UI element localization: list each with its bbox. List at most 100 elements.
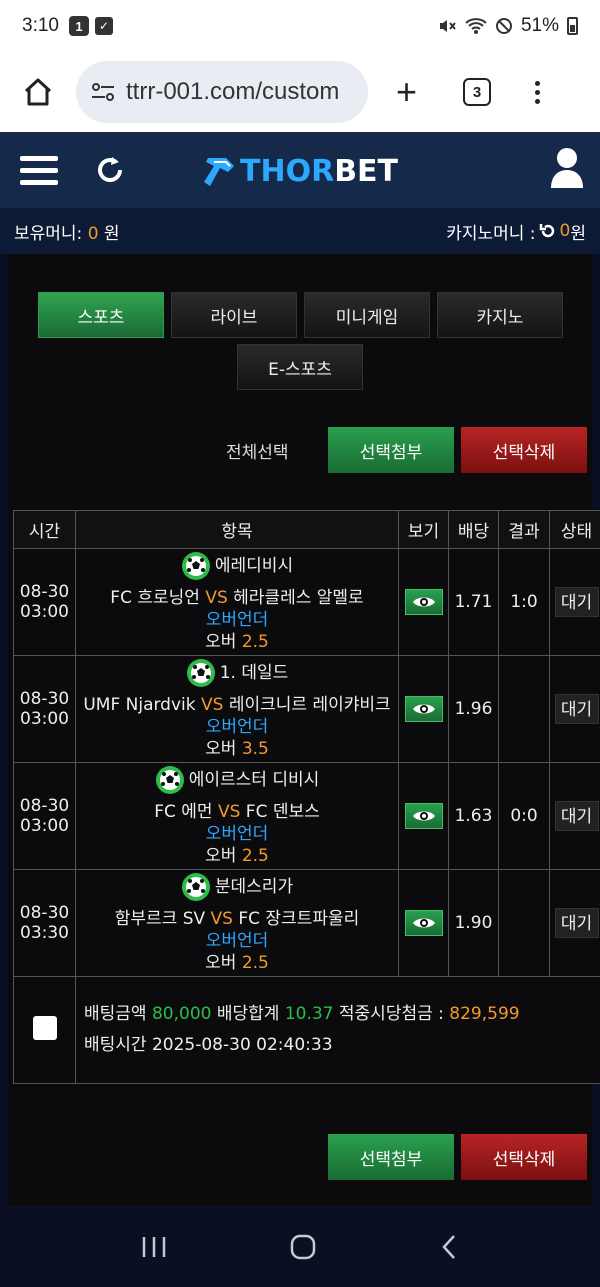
away-team: 레이크니르 레이캬비크 (228, 695, 391, 715)
site-header: THORBET (0, 132, 600, 208)
match-teams: FC 에먼 VS FC 덴보스 (77, 801, 398, 823)
pick-side: 오버 (205, 739, 237, 759)
new-tab-button[interactable]: + (396, 74, 417, 110)
result-value (498, 655, 550, 763)
soccer-ball-icon (186, 659, 215, 687)
vs-label: VS (201, 695, 224, 715)
header-status: 상태 (549, 510, 600, 549)
pick-side: 오버 (205, 632, 237, 652)
league-name: 에레디비시 (214, 556, 294, 576)
view-button[interactable] (404, 696, 443, 722)
hammer-logo-icon (204, 158, 234, 186)
bet-select-checkbox[interactable] (32, 1015, 57, 1040)
vs-label: VS (217, 802, 241, 822)
tab-sports[interactable]: 스포츠 (38, 292, 164, 338)
odds-value: 1.90 (448, 869, 499, 977)
status-badge: 대기 (554, 908, 599, 938)
vs-label: VS (205, 588, 228, 608)
bet-date: 08-30 (19, 582, 70, 602)
match-teams: 함부르크 SV VS FC 장크트파울리 (77, 908, 398, 930)
site-logo[interactable]: THORBET (200, 152, 398, 190)
browser-toolbar: ttrr-001.com/custom + 3 (0, 52, 600, 132)
tab-live[interactable]: 라이브 (171, 292, 297, 338)
pick-line: 2.5 (241, 953, 269, 973)
checkbox-notification-icon: ✓ (94, 17, 113, 35)
soccer-ball-icon (181, 552, 210, 580)
view-button[interactable] (404, 589, 443, 615)
tab-casino[interactable]: 카지노 (437, 292, 563, 338)
tab-minigame[interactable]: 미니게임 (304, 292, 430, 338)
market-type: 오버언더 (205, 610, 269, 630)
bet-date: 08-30 (19, 689, 70, 709)
status-cell: 대기 (549, 762, 600, 870)
system-nav-bar (0, 1206, 600, 1287)
bet-summary-row: 배팅금액 80,000 배당합계 10.37 적중시당첨금 : 829,599 … (13, 976, 600, 1084)
select-all-button[interactable]: 전체선택 (226, 438, 289, 463)
home-nav-icon[interactable] (289, 1233, 317, 1261)
back-icon[interactable] (439, 1233, 459, 1261)
address-bar[interactable]: ttrr-001.com/custom (76, 61, 368, 123)
header-view: 보기 (398, 510, 449, 549)
bet-time-of-day: 03:00 (20, 816, 69, 836)
casino-money: 카지노머니 : 0 원 (446, 221, 586, 244)
battery-icon (567, 17, 578, 35)
recents-icon[interactable] (141, 1235, 167, 1259)
user-icon[interactable] (550, 146, 584, 190)
summary-checkbox-cell (13, 976, 76, 1084)
view-cell (398, 655, 449, 763)
delete-selected-button-bottom[interactable]: 선택삭제 (461, 1134, 587, 1180)
odds-value: 1.63 (448, 762, 499, 870)
site-settings-icon[interactable] (90, 81, 116, 103)
logo-thor: THOR (240, 153, 335, 189)
home-team: UMF Njardvik (83, 695, 196, 715)
status-cell: 대기 (549, 655, 600, 763)
status-badge: 대기 (554, 694, 599, 724)
item-cell: 에레디비시 FC 흐로닝언 VS 헤라클레스 알멜로 오버언더 오버 2.5 (75, 548, 399, 656)
result-value: 1:0 (498, 548, 550, 656)
url-text[interactable]: ttrr-001.com/custom (126, 78, 339, 106)
browser-menu-button[interactable] (535, 80, 541, 104)
league-name: 에이르스터 디비시 (188, 770, 320, 790)
table-row: 08-30 03:30 분데스리가 함부르크 SV VS FC 장크트파울리 오버언더 오… (13, 869, 600, 977)
view-button[interactable] (404, 803, 443, 829)
tab-esports[interactable]: E-스포츠 (237, 344, 363, 390)
item-cell: 1. 데일드 UMF Njardvik VS 레이크니르 레이캬비크 오버언더 오버 … (75, 655, 399, 763)
result-value (498, 869, 550, 977)
pick-side: 오버 (205, 953, 237, 973)
hamburger-menu-icon[interactable] (20, 155, 58, 185)
refresh-icon[interactable] (94, 154, 126, 186)
bet-date: 08-30 (19, 796, 70, 816)
pick: 오버 2.5 (77, 952, 398, 974)
eye-icon (412, 918, 435, 928)
odds-value: 1.71 (448, 548, 499, 656)
time-cell: 08-30 03:00 (13, 762, 76, 870)
bet-time-of-day: 03:30 (20, 923, 69, 943)
bet-table: 시간 항목 보기 배당 결과 상태 08-30 03:00 에레디비시 FC 흐로닝언… (13, 510, 600, 1084)
mute-icon (439, 20, 456, 32)
eye-icon (412, 597, 435, 607)
view-cell (398, 548, 449, 656)
status-cell: 대기 (549, 548, 600, 656)
bet-date: 08-30 (19, 903, 70, 923)
home-icon (24, 78, 52, 106)
pick: 오버 3.5 (77, 738, 398, 760)
attach-selected-button-bottom[interactable]: 선택첨부 (328, 1134, 454, 1180)
market-type: 오버언더 (205, 931, 269, 951)
view-button[interactable] (404, 910, 443, 936)
delete-selected-button-top[interactable]: 선택삭제 (461, 427, 587, 473)
casino-money-value: 0 (559, 221, 571, 241)
pick-line: 2.5 (241, 846, 269, 866)
casino-refresh-icon[interactable] (539, 222, 557, 240)
bet-time: 2025-08-30 02:40:33 (151, 1035, 333, 1055)
win-amount: 829,599 (449, 1004, 520, 1024)
home-team: FC 에먼 (154, 802, 213, 822)
holding-money: 보유머니: 0 원 (14, 223, 120, 244)
attach-selected-button-top[interactable]: 선택첨부 (328, 427, 454, 473)
soccer-ball-icon (155, 766, 184, 794)
home-team: 함부르크 SV (114, 909, 206, 929)
home-button[interactable] (18, 72, 58, 112)
time-cell: 08-30 03:30 (13, 869, 76, 977)
money-bar: 보유머니: 0 원 카지노머니 : 0 원 (0, 208, 600, 254)
header-item: 항목 (75, 510, 399, 549)
tab-switcher-button[interactable]: 3 (463, 78, 492, 106)
